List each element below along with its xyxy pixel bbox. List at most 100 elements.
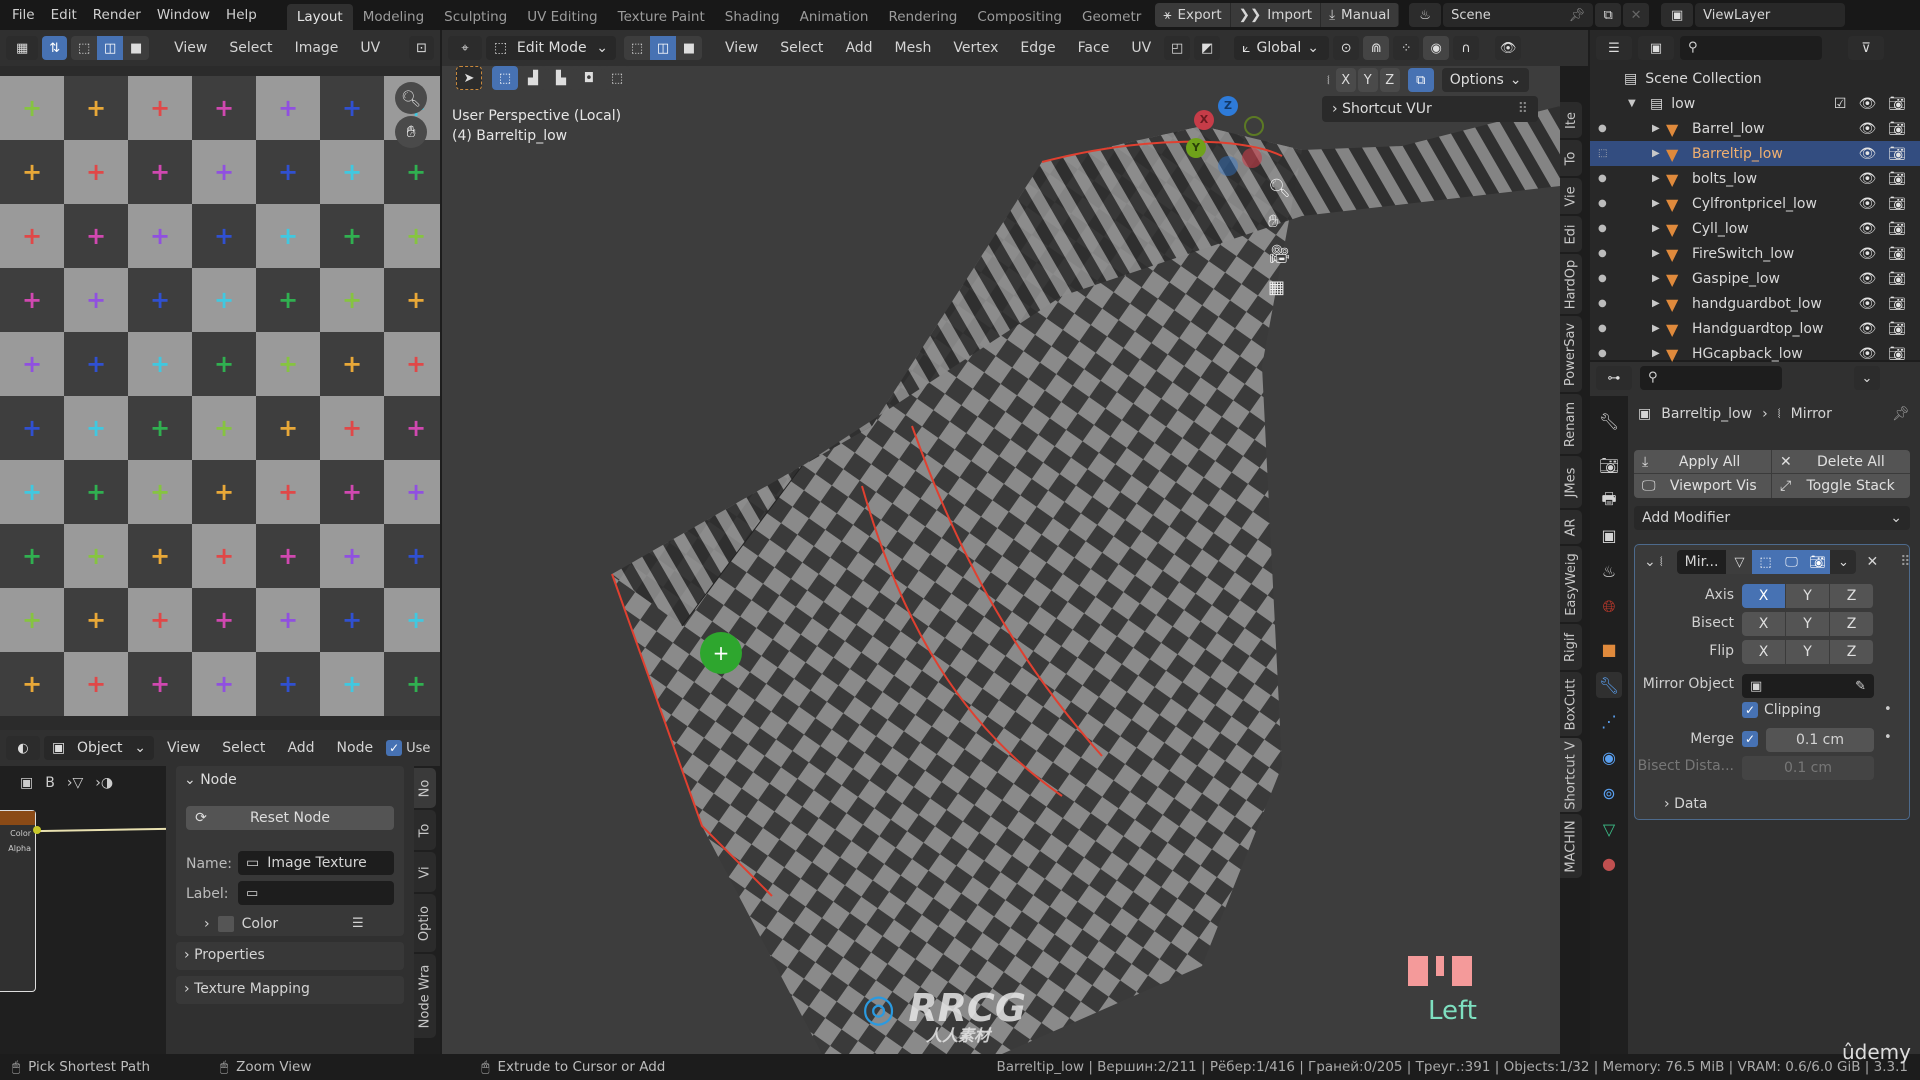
camera-render-icon[interactable]: 📷︎ xyxy=(1888,321,1906,337)
sidebar-tab[interactable]: AR xyxy=(1560,510,1582,544)
menu-edit[interactable]: Edit xyxy=(43,0,85,30)
object-type-dropdown[interactable]: ▣ Object ⌄ xyxy=(44,736,154,760)
bisect-y-toggle[interactable]: Y xyxy=(1786,612,1830,636)
proportional-edit-icon[interactable]: ◉ xyxy=(1423,36,1450,60)
menu-face[interactable]: Face xyxy=(1069,40,1119,56)
export-button[interactable]: ⚹ Export xyxy=(1155,3,1231,27)
viewport-vis-button[interactable]: 🖵 Viewport Vis xyxy=(1634,474,1772,498)
use-nodes-toggle[interactable]: ✓ Use xyxy=(386,740,430,756)
camera-render-icon[interactable]: 📷︎ xyxy=(1888,271,1906,287)
camera-render-icon[interactable]: 📷︎ xyxy=(1888,121,1906,137)
uv-checker-texture[interactable]: + + + + + + + + + + + + + + + + + + + + + + + + + + + + + + + + + + + + + + + +… xyxy=(0,76,440,730)
node-sidebar-tab[interactable]: Node Wra xyxy=(414,954,436,1038)
particles-tab-icon[interactable]: ⋰ xyxy=(1596,708,1622,734)
new-scene-icon[interactable]: ⧉ xyxy=(1595,3,1622,27)
constraints-tab-icon[interactable]: ⊚ xyxy=(1596,780,1622,806)
menu-help[interactable]: Help xyxy=(218,0,265,30)
zoom-icon[interactable]: 🔍︎ xyxy=(395,82,427,114)
menu-window[interactable]: Window xyxy=(149,0,218,30)
modifier-tab-icon[interactable]: 🔧︎ xyxy=(1596,672,1622,698)
eye-icon[interactable]: 👁︎ xyxy=(1858,196,1876,212)
menu-uv[interactable]: UV xyxy=(1122,40,1160,56)
editor-type-icon[interactable]: ▦ xyxy=(6,36,39,60)
node-sidebar-tab[interactable]: No xyxy=(414,768,436,808)
mode-dot-icon[interactable]: ● xyxy=(1598,248,1618,259)
mirror-x-button[interactable]: X xyxy=(1335,68,1356,92)
tab-geometry[interactable]: Geometr xyxy=(1072,4,1151,30)
merge-checkbox[interactable]: ✓ xyxy=(1742,731,1758,747)
eye-icon[interactable]: 👁︎ xyxy=(1858,96,1876,112)
view-layer-tab-icon[interactable]: ▣ xyxy=(1596,522,1622,548)
node-sidebar-tab[interactable]: To xyxy=(414,810,436,850)
eye-icon[interactable]: 👁︎ xyxy=(1858,321,1876,337)
expand-triangle-icon[interactable]: ▶ xyxy=(1652,198,1666,209)
pin-icon[interactable]: 📌︎ xyxy=(1569,8,1586,23)
sync-selection-icon[interactable]: ⇅ xyxy=(42,36,68,60)
select-invert-icon[interactable]: ◘ xyxy=(576,66,602,90)
gizmo-neg-x[interactable] xyxy=(1242,148,1262,168)
node-menu-add[interactable]: Add xyxy=(278,740,323,756)
pan-hand-icon[interactable]: ✋︎ xyxy=(395,116,427,148)
chevron-down-icon[interactable]: ⌄ xyxy=(1830,550,1857,574)
scene-tab-icon[interactable]: ♨ xyxy=(1596,558,1622,584)
keyframe-dot[interactable]: • xyxy=(1884,702,1892,717)
filter-icon[interactable]: ⊽ xyxy=(1848,36,1884,60)
manual-button[interactable]: ⤓ Manual xyxy=(1321,3,1400,27)
mode-dot-icon[interactable]: ● xyxy=(1598,273,1618,284)
remove-modifier-icon[interactable]: ✕ xyxy=(1866,554,1878,570)
pivot-point-icon[interactable]: ⊙ xyxy=(1333,36,1360,60)
edge-select-icon[interactable]: ◫ xyxy=(650,36,676,60)
outliner-item[interactable]: ● ▶ ▼ bolts_low 👁︎ 📷︎ xyxy=(1590,166,1920,191)
shader-editor-icon[interactable]: ◐ xyxy=(6,736,40,760)
node-label-field[interactable]: ▭ xyxy=(238,881,394,905)
node-sidebar-tab[interactable]: Optio xyxy=(414,894,436,952)
vertex-select-icon[interactable]: ⬚ xyxy=(624,36,650,60)
camera-render-icon[interactable]: 📷︎ xyxy=(1888,246,1906,262)
tool-tab-icon[interactable]: 🔧︎ xyxy=(1596,408,1622,434)
camera-render-icon[interactable]: 📷︎ xyxy=(1888,221,1906,237)
toggle-stack-button[interactable]: ⤢ Toggle Stack xyxy=(1772,474,1910,498)
camera-render-icon[interactable]: 📷︎ xyxy=(1888,171,1906,187)
uv-menu-view[interactable]: View xyxy=(165,40,216,56)
sidebar-tab[interactable]: PowerSav xyxy=(1560,316,1582,392)
sidebar-tab[interactable]: HardOp xyxy=(1560,254,1582,314)
expand-triangle-icon[interactable]: ▶ xyxy=(1652,273,1666,284)
scene-name-field[interactable]: Scene 📌︎ xyxy=(1443,3,1594,27)
visibility-icon[interactable]: 👁︎ xyxy=(1495,36,1522,60)
sidebar-tab[interactable]: Renam xyxy=(1560,394,1582,454)
uv-menu-image[interactable]: Image xyxy=(286,40,348,56)
mode-dot-icon[interactable]: ● xyxy=(1598,123,1618,134)
data-subpanel[interactable]: › Data xyxy=(1664,796,1708,812)
tab-rendering[interactable]: Rendering xyxy=(878,4,967,30)
mirror-z-button[interactable]: Z xyxy=(1379,68,1400,92)
menu-view[interactable]: View xyxy=(716,40,767,56)
camera-render-icon[interactable]: 📷︎ xyxy=(1888,196,1906,212)
shortcut-vur-panel[interactable]: › Shortcut VUr ⠿ xyxy=(1322,96,1538,122)
options-dropdown[interactable]: Options ⌄ xyxy=(1441,68,1530,92)
camera-icon[interactable]: 🎥︎ xyxy=(1268,244,1291,265)
select-tool-icon[interactable]: ➤ xyxy=(456,66,482,90)
mode-dropdown[interactable]: ⬚ Edit Mode ⌄ xyxy=(486,36,616,60)
vertex-mode-icon[interactable]: ⬚ xyxy=(71,36,98,60)
physics-tab-icon[interactable]: ◉ xyxy=(1596,744,1622,770)
menu-add[interactable]: Add xyxy=(836,40,881,56)
node-panel-header[interactable]: ⌄ Node xyxy=(184,772,237,788)
mode-dot-icon[interactable]: ● xyxy=(1598,223,1618,234)
tab-shading[interactable]: Shading xyxy=(715,4,790,30)
outliner-item[interactable]: ● ▶ ▼ Cyll_low 👁︎ 📷︎ xyxy=(1590,216,1920,241)
mirror-object-field[interactable]: ▣ ✎ xyxy=(1742,674,1874,698)
outliner-item[interactable]: ● ▶ ▼ Cylfrontpricel_low 👁︎ 📷︎ xyxy=(1590,191,1920,216)
flip-x-toggle[interactable]: X xyxy=(1742,640,1786,664)
color-subpanel[interactable]: › Color xyxy=(204,916,278,932)
expand-triangle-icon[interactable]: ▶ xyxy=(1652,123,1666,134)
select-intersect-icon[interactable]: ⬚ xyxy=(604,66,630,90)
eye-icon[interactable]: 👁︎ xyxy=(1858,121,1876,137)
expand-triangle-icon[interactable]: ▶ xyxy=(1652,223,1666,234)
menu-mesh[interactable]: Mesh xyxy=(886,40,941,56)
pan-hand-icon[interactable]: ✋︎ xyxy=(1268,211,1291,232)
expand-triangle-icon[interactable]: ▶ xyxy=(1652,248,1666,259)
menu-file[interactable]: File xyxy=(4,0,43,30)
view-layer-field[interactable]: ViewLayer xyxy=(1695,3,1846,27)
falloff-icon[interactable]: ∩ xyxy=(1453,36,1480,60)
face-select-icon[interactable]: ■ xyxy=(676,36,702,60)
